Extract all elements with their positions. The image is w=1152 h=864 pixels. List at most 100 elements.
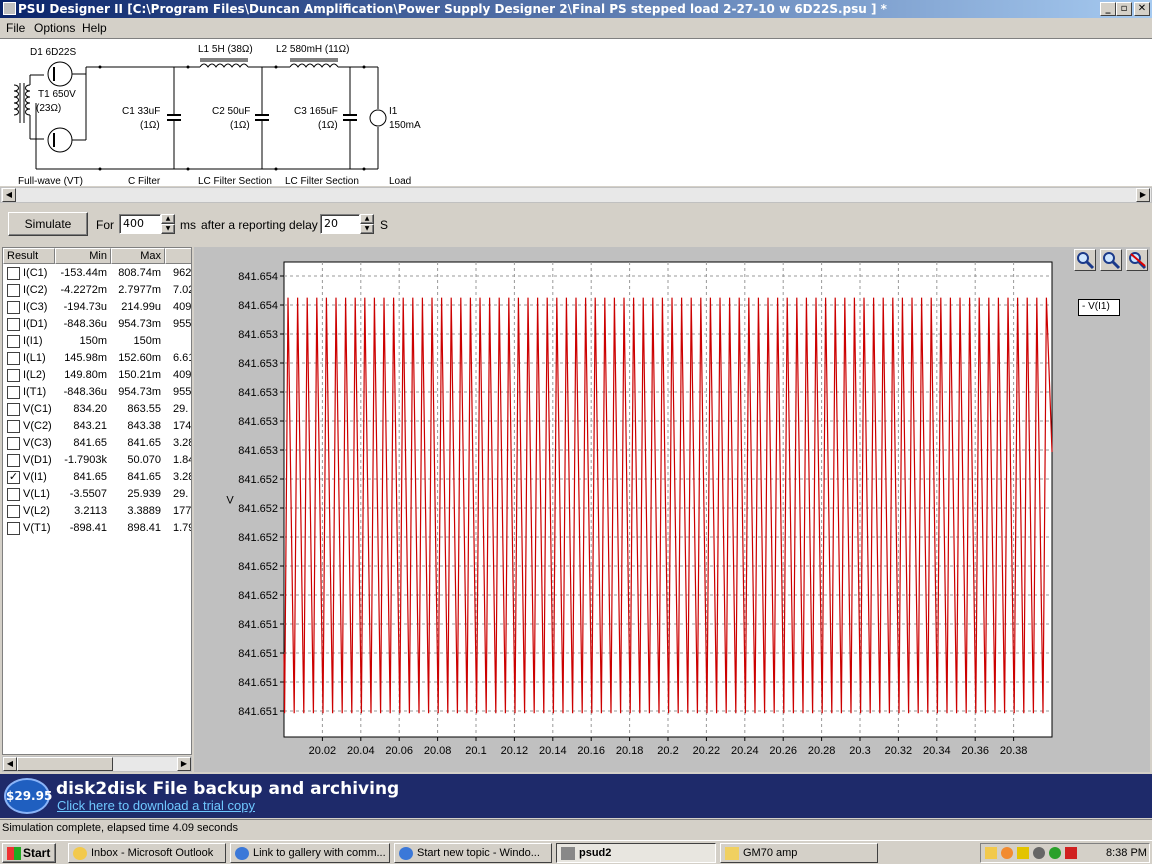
result-row[interactable]: I(L2) 149.80m 150.21m 409. [3, 367, 191, 384]
y-tick-label: 841.651 [238, 648, 278, 660]
result-checkbox[interactable] [7, 386, 20, 399]
scroll-right-icon[interactable]: ▶ [1136, 188, 1150, 202]
result-checkbox[interactable] [7, 437, 20, 450]
y-tick-label: 841.654 [238, 300, 278, 312]
tray-icon[interactable] [1065, 847, 1077, 859]
col-result[interactable]: Result [3, 248, 55, 264]
banner-download-link[interactable]: Click here to download a trial copy [57, 798, 255, 813]
col-max[interactable]: Max [111, 248, 165, 264]
result-extra: 1.79 [173, 522, 191, 534]
duration-input[interactable]: 400 [119, 214, 161, 234]
task-new-topic[interactable]: Start new topic - Windo... [394, 843, 552, 863]
result-row[interactable]: V(D1) -1.7903k 50.070 1.84 [3, 452, 191, 469]
result-checkbox[interactable] [7, 284, 20, 297]
mail-icon[interactable] [985, 847, 997, 859]
result-checkbox[interactable] [7, 454, 20, 467]
result-checkbox[interactable] [7, 522, 20, 535]
simulate-button[interactable]: Simulate [8, 212, 88, 236]
result-row[interactable]: I(C1) -153.44m 808.74m 962. [3, 265, 191, 282]
y-axis-label: V [226, 495, 234, 507]
result-name: V(I1) [23, 471, 47, 483]
menu-options[interactable]: Options [34, 21, 75, 35]
i1-current: 150mA [389, 120, 421, 131]
result-row[interactable]: V(C2) 843.21 843.38 174. [3, 418, 191, 435]
s-label: S [380, 218, 389, 232]
result-min: -848.36u [63, 318, 107, 330]
for-label: For [96, 218, 114, 232]
result-row[interactable]: I(T1) -848.36u 954.73m 955. [3, 384, 192, 401]
result-checkbox[interactable] [7, 420, 20, 433]
results-scroll-thumb[interactable] [17, 757, 113, 771]
start-button[interactable]: Start [2, 843, 56, 863]
menu-help[interactable]: Help [82, 21, 107, 35]
result-row[interactable]: I(C2) -4.2272m 2.7977m 7.02 [3, 282, 191, 299]
task-gm70[interactable]: GM70 amp [720, 843, 878, 863]
result-row[interactable]: V(C1) 834.20 863.55 29. [3, 401, 191, 418]
delay-input[interactable]: 20 [320, 214, 360, 234]
y-tick-label: 841.652 [238, 474, 278, 486]
zoom-reset-icon[interactable] [1126, 249, 1148, 271]
maximize-button[interactable]: ▫ [1116, 2, 1132, 16]
result-row[interactable]: I(L1) 145.98m 152.60m 6.61 [3, 350, 191, 367]
clock[interactable]: 8:38 PM [1106, 847, 1147, 859]
result-checkbox[interactable] [7, 352, 20, 365]
result-row[interactable]: V(T1) -898.41 898.41 1.79 [3, 520, 191, 537]
result-row[interactable]: V(L2) 3.2113 3.3889 177. [3, 503, 191, 520]
system-tray: 8:38 PM [980, 843, 1150, 863]
result-checkbox[interactable] [7, 403, 20, 416]
tray-icon[interactable] [1049, 847, 1061, 859]
result-extra: 409. [173, 301, 192, 313]
result-checkbox[interactable] [7, 505, 20, 518]
result-checkbox[interactable]: ✓ [7, 471, 20, 484]
tray-icon[interactable] [1001, 847, 1013, 859]
result-max: 50.070 [127, 454, 161, 466]
result-name: V(C3) [23, 437, 52, 449]
results-scroll-left-icon[interactable]: ◀ [3, 757, 17, 771]
plot-panel[interactable]: 841.654 841.654 841.653 841.653 841.653 841.6… [194, 247, 1150, 772]
zoom-out-icon[interactable] [1100, 249, 1122, 271]
results-scrollbar[interactable]: ◀ ▶ [2, 756, 192, 772]
duration-down-icon[interactable]: ▼ [161, 224, 175, 234]
tray-icon[interactable] [1033, 847, 1045, 859]
minimize-button[interactable]: _ [1100, 2, 1116, 16]
result-checkbox[interactable] [7, 318, 20, 331]
shield-icon[interactable] [1017, 847, 1029, 859]
task-psud2[interactable]: psud2 [556, 843, 716, 863]
schematic-canvas[interactable]: D1 6D22S T1 650V (23Ω) L1 5H (38Ω) L2 58… [0, 38, 1152, 187]
result-checkbox[interactable] [7, 335, 20, 348]
results-scroll-right-icon[interactable]: ▶ [177, 757, 191, 771]
result-min: 149.80m [64, 369, 107, 381]
c1-label: C1 33uF [122, 106, 161, 117]
zoom-in-icon[interactable] [1074, 249, 1096, 271]
task-outlook[interactable]: Inbox - Microsoft Outlook [68, 843, 226, 863]
result-min: 843.21 [73, 420, 107, 432]
folder-icon [725, 847, 739, 860]
close-button[interactable]: ✕ [1134, 2, 1150, 16]
result-extra: 955. [173, 386, 192, 398]
menu-file[interactable]: File [6, 21, 25, 35]
result-checkbox[interactable] [7, 301, 20, 314]
result-row[interactable]: I(D1) -848.36u 954.73m 955. [3, 316, 191, 333]
ad-banner[interactable]: $29.95 disk2disk File backup and archivi… [0, 774, 1152, 818]
result-row[interactable]: V(L1) -3.5507 25.939 29. [3, 486, 191, 503]
result-row[interactable]: ✓V(I1) 841.65 841.65 3.28 [3, 469, 191, 486]
result-name: I(L1) [23, 352, 46, 364]
result-checkbox[interactable] [7, 267, 20, 280]
i1-label: I1 [389, 106, 398, 117]
y-tick-label: 841.653 [238, 329, 278, 341]
result-row[interactable]: V(C3) 841.65 841.65 3.28 [3, 435, 191, 452]
result-min: 150m [79, 335, 107, 347]
col-min[interactable]: Min [55, 248, 111, 264]
results-table[interactable]: Result Min Max I(C1)-153.44m808.74m962.I… [2, 247, 192, 755]
delay-up-icon[interactable]: ▲ [360, 214, 374, 224]
result-row[interactable]: I(I1) 150m 150m [3, 333, 191, 350]
result-row[interactable]: I(C3) -194.73u 214.99u 409. [3, 299, 192, 316]
result-checkbox[interactable] [7, 488, 20, 501]
c2-label: C2 50uF [212, 106, 251, 117]
result-checkbox[interactable] [7, 369, 20, 382]
scroll-left-icon[interactable]: ◀ [2, 188, 16, 202]
delay-down-icon[interactable]: ▼ [360, 224, 374, 234]
duration-up-icon[interactable]: ▲ [161, 214, 175, 224]
task-gallery[interactable]: Link to gallery with comm... [230, 843, 390, 863]
schematic-scrollbar[interactable]: ◀ ▶ [0, 187, 1152, 203]
